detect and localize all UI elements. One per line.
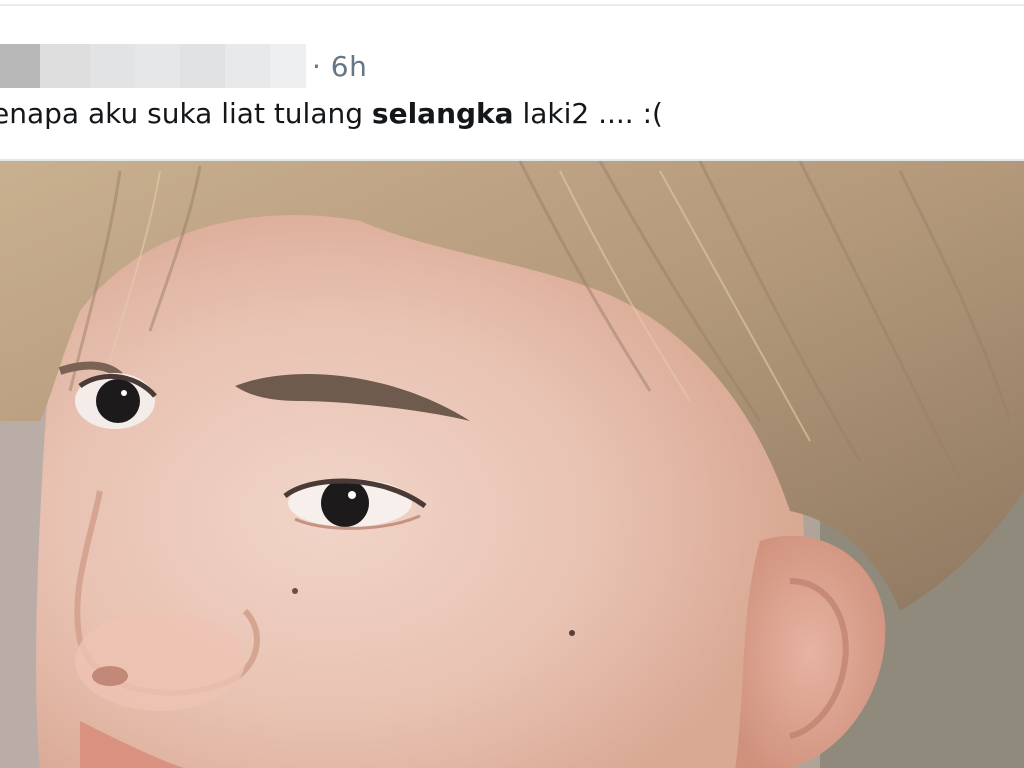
photo-icon	[0, 161, 1024, 768]
tweet-header: · 6h	[0, 44, 367, 88]
tweet-text-suffix: laki2 .... :(	[513, 97, 663, 130]
tweet-text-bold: selangka	[371, 97, 514, 130]
tweet-text: enapa aku suka liat tulang selangka laki…	[0, 94, 663, 134]
blurred-username[interactable]	[0, 44, 306, 88]
tweet-text-prefix: enapa aku suka liat tulang	[0, 97, 372, 130]
divider	[0, 4, 1024, 6]
blur-block	[90, 44, 135, 88]
tweet-photo[interactable]	[0, 159, 1024, 768]
blur-block	[135, 44, 180, 88]
tweet-card[interactable]: · 6h enapa aku suka liat tulang selangka…	[0, 0, 1024, 768]
tweet-timestamp[interactable]: · 6h	[312, 50, 367, 83]
blur-block	[0, 44, 40, 88]
blur-block	[225, 44, 270, 88]
blur-block	[180, 44, 225, 88]
blur-block	[270, 44, 306, 88]
blur-block	[40, 44, 90, 88]
